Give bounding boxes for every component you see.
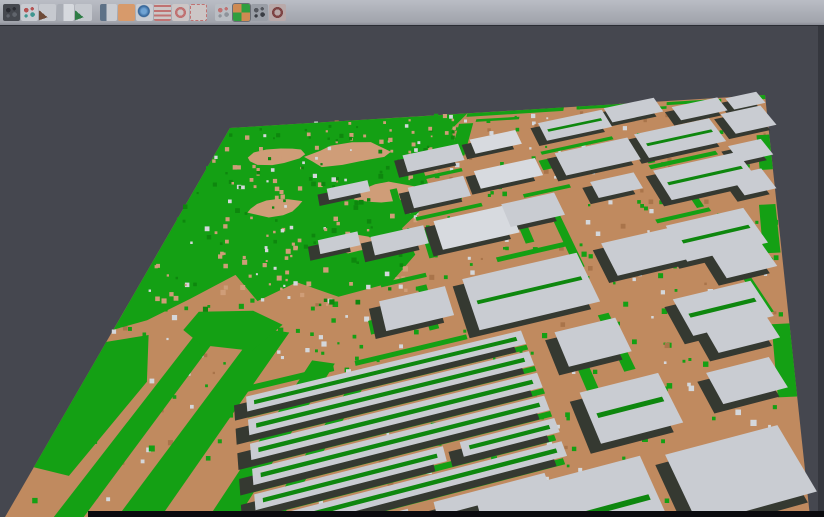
viewport-3d[interactable]: [0, 26, 824, 517]
delete-tool-icon[interactable]: [269, 4, 286, 21]
list-icon[interactable]: [154, 4, 171, 21]
target-icon[interactable]: [172, 4, 189, 21]
clip-box-icon[interactable]: [215, 4, 232, 21]
vegetation-icon[interactable]: [75, 4, 92, 21]
ortho-view-icon[interactable]: [118, 4, 135, 21]
globe-icon[interactable]: [136, 4, 153, 21]
mesh-icon[interactable]: [251, 4, 268, 21]
selection-icon[interactable]: [190, 4, 207, 21]
point-cloud-icon[interactable]: [3, 4, 20, 21]
app-window: { "window": { "title": "3D point cloud c…: [0, 0, 824, 517]
bottom-edge-bar: [88, 511, 824, 517]
panel-icon[interactable]: [100, 4, 117, 21]
snapshot-icon[interactable]: [57, 4, 74, 21]
color-scalar-icon[interactable]: [21, 4, 38, 21]
point-cloud-canvas[interactable]: [0, 26, 824, 517]
terrain-icon[interactable]: [39, 4, 56, 21]
toolbar: [0, 0, 824, 26]
classification-view-icon[interactable]: [233, 4, 250, 21]
